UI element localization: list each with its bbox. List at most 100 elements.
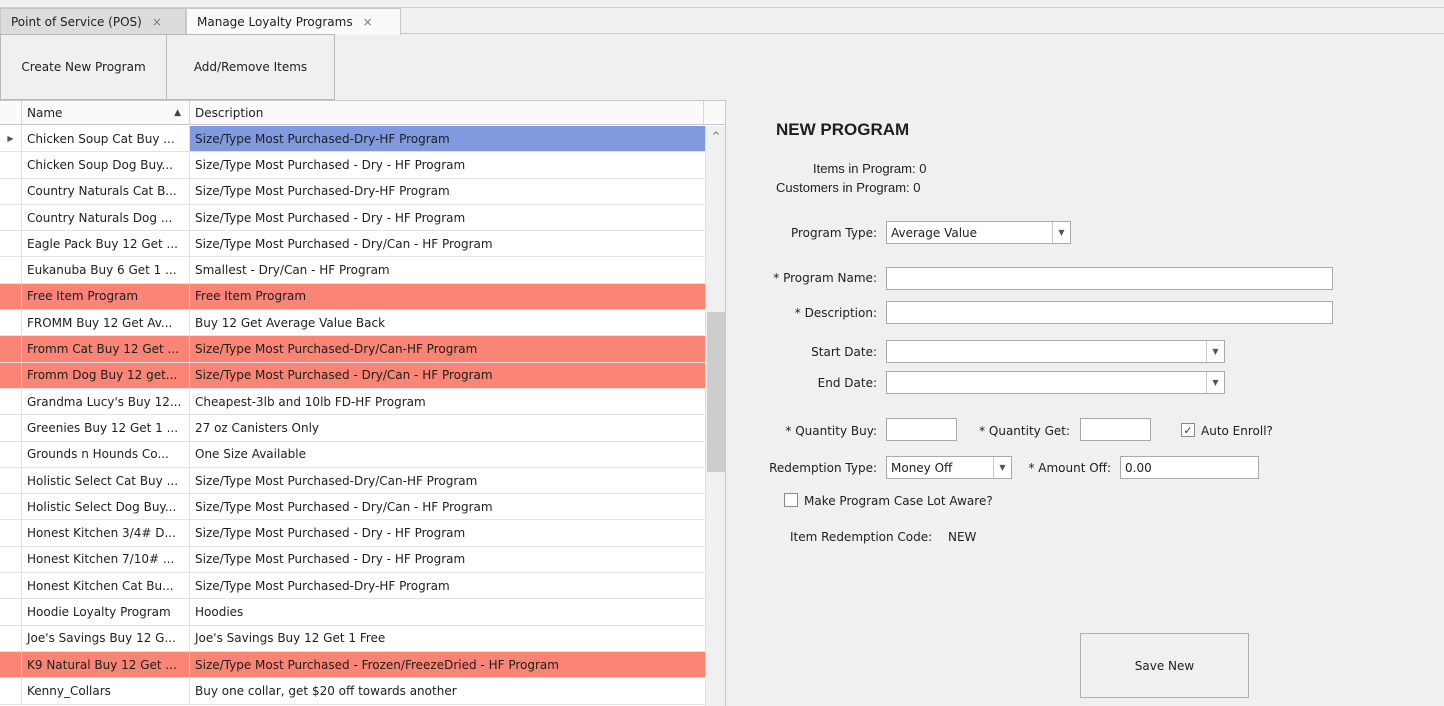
cell-name[interactable]: K9 Natural Buy 12 Get ... — [22, 651, 190, 678]
cell-name[interactable]: Kenny_Collars — [22, 678, 190, 704]
cell-name[interactable]: Holistic Select Cat Buy ... — [22, 467, 190, 494]
cell-description[interactable]: Size/Type Most Purchased - Dry - HF Prog… — [190, 205, 705, 230]
cell-name[interactable]: Chicken Soup Dog Buy... — [22, 152, 190, 178]
program-type-select[interactable]: Average Value ▼ — [886, 221, 1071, 244]
table-row[interactable]: ▶ Chicken Soup Cat Buy ... Size/Type Most … — [0, 126, 705, 153]
form-title: NEW PROGRAM — [776, 120, 910, 139]
cell-description[interactable]: 27 oz Canisters Only — [190, 415, 705, 440]
table-row[interactable]: Hoodie Loyalty Program Hoodies — [0, 599, 705, 626]
table-row[interactable]: Country Naturals Dog ... Size/Type Most P… — [0, 204, 705, 232]
close-icon[interactable]: × — [363, 15, 373, 29]
quantity-get-input[interactable] — [1080, 418, 1151, 441]
scrollbar-thumb[interactable] — [707, 312, 725, 472]
cell-description[interactable]: Smallest - Dry/Can - HF Program — [190, 257, 705, 282]
cell-name[interactable]: FROMM Buy 12 Get Av... — [22, 310, 190, 336]
table-row[interactable]: Fromm Cat Buy 12 Get ... Size/Type Most P… — [0, 336, 705, 363]
cell-description[interactable]: Buy 12 Get Average Value Back — [190, 310, 705, 335]
create-new-program-button[interactable]: Create New Program — [0, 34, 167, 100]
cell-name[interactable]: Joe's Savings Buy 12 G... — [22, 625, 190, 651]
row-indicator — [0, 467, 22, 494]
row-indicator — [0, 625, 22, 651]
table-row[interactable]: Holistic Select Cat Buy ... Size/Type Mos… — [0, 467, 705, 495]
start-date-picker[interactable]: ▼ — [886, 340, 1225, 363]
cell-name[interactable]: Hoodie Loyalty Program — [22, 599, 190, 625]
cell-description[interactable]: Size/Type Most Purchased - Dry - HF Prog… — [190, 152, 705, 177]
cell-name[interactable]: Greenies Buy 12 Get 1 ... — [22, 415, 190, 441]
cell-description[interactable]: Size/Type Most Purchased - Dry/Can - HF … — [190, 494, 705, 519]
table-row[interactable]: Kenny_Collars Buy one collar, get $20 off… — [0, 678, 705, 705]
chevron-down-icon[interactable]: ▼ — [1052, 222, 1070, 243]
table-row[interactable]: Chicken Soup Dog Buy... Size/Type Most Pu… — [0, 152, 705, 179]
cell-name[interactable]: Chicken Soup Cat Buy ... — [22, 126, 190, 152]
cell-description[interactable]: Size/Type Most Purchased-Dry/Can-HF Prog… — [190, 336, 705, 362]
cell-description[interactable]: Size/Type Most Purchased - Dry/Can - HF … — [190, 362, 705, 388]
end-date-picker[interactable]: ▼ — [886, 371, 1225, 394]
table-row[interactable]: Joe's Savings Buy 12 G... Joe's Savings B… — [0, 625, 705, 652]
cell-name[interactable]: Fromm Cat Buy 12 Get ... — [22, 336, 190, 362]
amount-off-input[interactable]: 0.00 — [1120, 456, 1259, 479]
table-row[interactable]: Honest Kitchen Cat Bu... Size/Type Most P… — [0, 573, 705, 600]
cell-description[interactable]: Joe's Savings Buy 12 Get 1 Free — [190, 626, 705, 651]
chevron-down-icon[interactable]: ▼ — [993, 457, 1011, 478]
row-indicator — [0, 494, 22, 520]
auto-enroll-checkbox[interactable]: ✓ — [1181, 423, 1195, 437]
table-row[interactable]: Eukanuba Buy 6 Get 1 ... Smallest - Dry/C… — [0, 257, 705, 284]
cell-description[interactable]: Free Item Program — [190, 283, 705, 310]
row-indicator-header — [0, 101, 22, 124]
tab-point-of-service[interactable]: Point of Service (POS) × — [0, 8, 186, 34]
cell-description[interactable]: Size/Type Most Purchased-Dry-HF Program — [190, 179, 705, 204]
add-remove-items-button[interactable]: Add/Remove Items — [166, 34, 335, 100]
cell-description[interactable]: Size/Type Most Purchased-Dry/Can-HF Prog… — [190, 468, 705, 493]
cell-name[interactable]: Country Naturals Dog ... — [22, 204, 190, 231]
table-row[interactable]: FROMM Buy 12 Get Av... Buy 12 Get Average… — [0, 310, 705, 337]
cell-name[interactable]: Free Item Program — [22, 283, 190, 310]
row-indicator — [0, 283, 22, 310]
cell-description[interactable]: Hoodies — [190, 599, 705, 624]
top-strip — [0, 0, 1444, 8]
chevron-down-icon[interactable]: ▼ — [1206, 341, 1224, 362]
cell-description[interactable]: Cheapest-3lb and 10lb FD-HF Program — [190, 389, 705, 414]
column-header-name[interactable]: Name ▲ — [22, 101, 190, 124]
column-header-description[interactable]: Description — [190, 101, 704, 124]
description-input[interactable] — [886, 301, 1333, 324]
cell-name[interactable]: Honest Kitchen 7/10# ... — [22, 546, 190, 573]
table-row[interactable]: Grandma Lucy's Buy 12... Cheapest-3lb and… — [0, 388, 705, 416]
table-row[interactable]: Honest Kitchen 7/10# ... Size/Type Most P… — [0, 546, 705, 574]
cell-description[interactable]: Size/Type Most Purchased - Frozen/Freeze… — [190, 651, 705, 678]
table-row[interactable]: Fromm Dog Buy 12 get... Size/Type Most Pu… — [0, 362, 705, 389]
save-new-button[interactable]: Save New — [1080, 633, 1249, 698]
cell-name[interactable]: Honest Kitchen 3/4# D... — [22, 520, 190, 546]
cell-description[interactable]: Size/Type Most Purchased - Dry - HF Prog… — [190, 520, 705, 545]
chevron-down-icon[interactable]: ▼ — [1206, 372, 1224, 393]
cell-description[interactable]: Size/Type Most Purchased-Dry-HF Program — [190, 126, 705, 152]
cell-description[interactable]: Size/Type Most Purchased-Dry-HF Program — [190, 573, 705, 598]
redemption-type-select[interactable]: Money Off ▼ — [886, 456, 1012, 479]
quantity-buy-input[interactable] — [886, 418, 957, 441]
cell-name[interactable]: Country Naturals Cat B... — [22, 178, 190, 204]
tab-manage-loyalty-programs[interactable]: Manage Loyalty Programs × — [186, 8, 401, 35]
cell-name[interactable]: Eagle Pack Buy 12 Get ... — [22, 231, 190, 257]
table-row[interactable]: Free Item Program Free Item Program — [0, 283, 705, 311]
table-row[interactable]: K9 Natural Buy 12 Get ... Size/Type Most … — [0, 651, 705, 679]
table-row[interactable]: Holistic Select Dog Buy... Size/Type Most… — [0, 494, 705, 521]
program-name-input[interactable] — [886, 267, 1333, 290]
table-row[interactable]: Eagle Pack Buy 12 Get ... Size/Type Most … — [0, 231, 705, 258]
table-row[interactable]: Grounds n Hounds Co... One Size Available — [0, 441, 705, 468]
cell-name[interactable]: Honest Kitchen Cat Bu... — [22, 573, 190, 599]
cell-name[interactable]: Fromm Dog Buy 12 get... — [22, 362, 190, 388]
cell-name[interactable]: Eukanuba Buy 6 Get 1 ... — [22, 257, 190, 283]
scroll-up-icon[interactable]: ^ — [706, 126, 725, 146]
close-icon[interactable]: × — [152, 15, 162, 29]
cell-name[interactable]: Grandma Lucy's Buy 12... — [22, 388, 190, 415]
cell-description[interactable]: One Size Available — [190, 442, 705, 467]
cell-name[interactable]: Holistic Select Dog Buy... — [22, 494, 190, 520]
cell-description[interactable]: Size/Type Most Purchased - Dry/Can - HF … — [190, 231, 705, 256]
table-row[interactable]: Greenies Buy 12 Get 1 ... 27 oz Canisters… — [0, 415, 705, 442]
table-row[interactable]: Country Naturals Cat B... Size/Type Most … — [0, 178, 705, 205]
cell-name[interactable]: Grounds n Hounds Co... — [22, 441, 190, 467]
cell-description[interactable]: Size/Type Most Purchased - Dry - HF Prog… — [190, 547, 705, 572]
cell-description[interactable]: Buy one collar, get $20 off towards anot… — [190, 678, 705, 703]
case-lot-aware-checkbox[interactable] — [784, 493, 798, 507]
table-row[interactable]: Honest Kitchen 3/4# D... Size/Type Most P… — [0, 520, 705, 547]
vertical-scrollbar[interactable]: ^ — [705, 126, 725, 706]
